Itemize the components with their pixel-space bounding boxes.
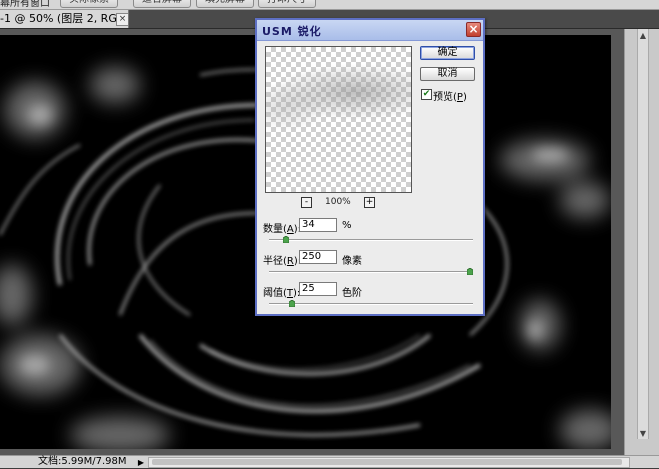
options-bar: 幕所有窗口 实际像素 适合屏幕 填充屏幕 打印尺寸 [0, 0, 659, 10]
print-size-button[interactable]: 打印尺寸 [258, 0, 316, 8]
horizontal-scrollbar[interactable] [148, 457, 630, 468]
threshold-label: 阈值(T): [263, 288, 301, 299]
radius-unit: 像素 [342, 256, 362, 267]
radius-label: 半径(R): [263, 256, 302, 267]
status-bar: 文档:5.99M/7.98M ▶ [0, 455, 659, 468]
zoom-level: 100% [325, 197, 351, 207]
close-icon[interactable]: × [466, 22, 481, 37]
amount-unit: % [342, 220, 352, 231]
fit-screen-button[interactable]: 适合屏幕 [133, 0, 191, 8]
amount-input[interactable]: 34 [299, 218, 337, 232]
radius-slider-thumb[interactable] [467, 268, 473, 275]
amount-slider-track[interactable] [269, 239, 473, 241]
threshold-input[interactable]: 25 [299, 282, 337, 296]
threshold-unit: 色阶 [342, 288, 362, 299]
radius-input[interactable]: 250 [299, 250, 337, 264]
ok-button[interactable]: 确定 [420, 46, 475, 60]
amount-slider-thumb[interactable] [282, 236, 289, 243]
cancel-button[interactable]: 取消 [420, 67, 475, 81]
amount-label: 数量(A): [263, 224, 302, 235]
right-panel: ▲ ▼ [624, 29, 659, 455]
zoom-out-button[interactable]: - [301, 197, 312, 208]
threshold-slider-track[interactable] [269, 303, 473, 305]
radius-slider-track[interactable] [269, 271, 473, 273]
close-tab-icon[interactable]: × [116, 13, 128, 26]
unsharp-mask-dialog: USM 锐化 × - 100% + 确定 取消 ✔ 预览(P) 数量(A): 3… [255, 18, 485, 316]
fill-screen-button[interactable]: 填充屏幕 [196, 0, 254, 8]
document-size: 文档:5.99M/7.98M [38, 456, 127, 467]
scroll-down-icon[interactable]: ▼ [637, 429, 649, 438]
vertical-scrollbar[interactable] [637, 29, 649, 439]
preview-pane[interactable] [265, 46, 412, 193]
preview-image [266, 47, 411, 192]
scroll-up-icon[interactable]: ▲ [637, 31, 649, 40]
zoom-in-button[interactable]: + [364, 197, 375, 208]
options-label: 幕所有窗口 [0, 0, 50, 9]
dialog-titlebar[interactable]: USM 锐化 × [257, 20, 483, 41]
actual-pixels-button[interactable]: 实际像素 [60, 0, 118, 8]
threshold-slider-thumb[interactable] [288, 300, 295, 307]
document-tab-title: -1 @ 50% (图层 2, RGB/8) * [0, 12, 128, 25]
status-menu-arrow-icon[interactable]: ▶ [136, 457, 146, 467]
document-tab[interactable]: -1 @ 50% (图层 2, RGB/8) * × [0, 10, 129, 28]
dialog-title: USM 锐化 [262, 25, 322, 38]
preview-label: 预览(P) [433, 92, 467, 103]
preview-checkbox[interactable]: ✔ [421, 89, 432, 100]
horizontal-scroll-thumb[interactable] [152, 459, 622, 465]
